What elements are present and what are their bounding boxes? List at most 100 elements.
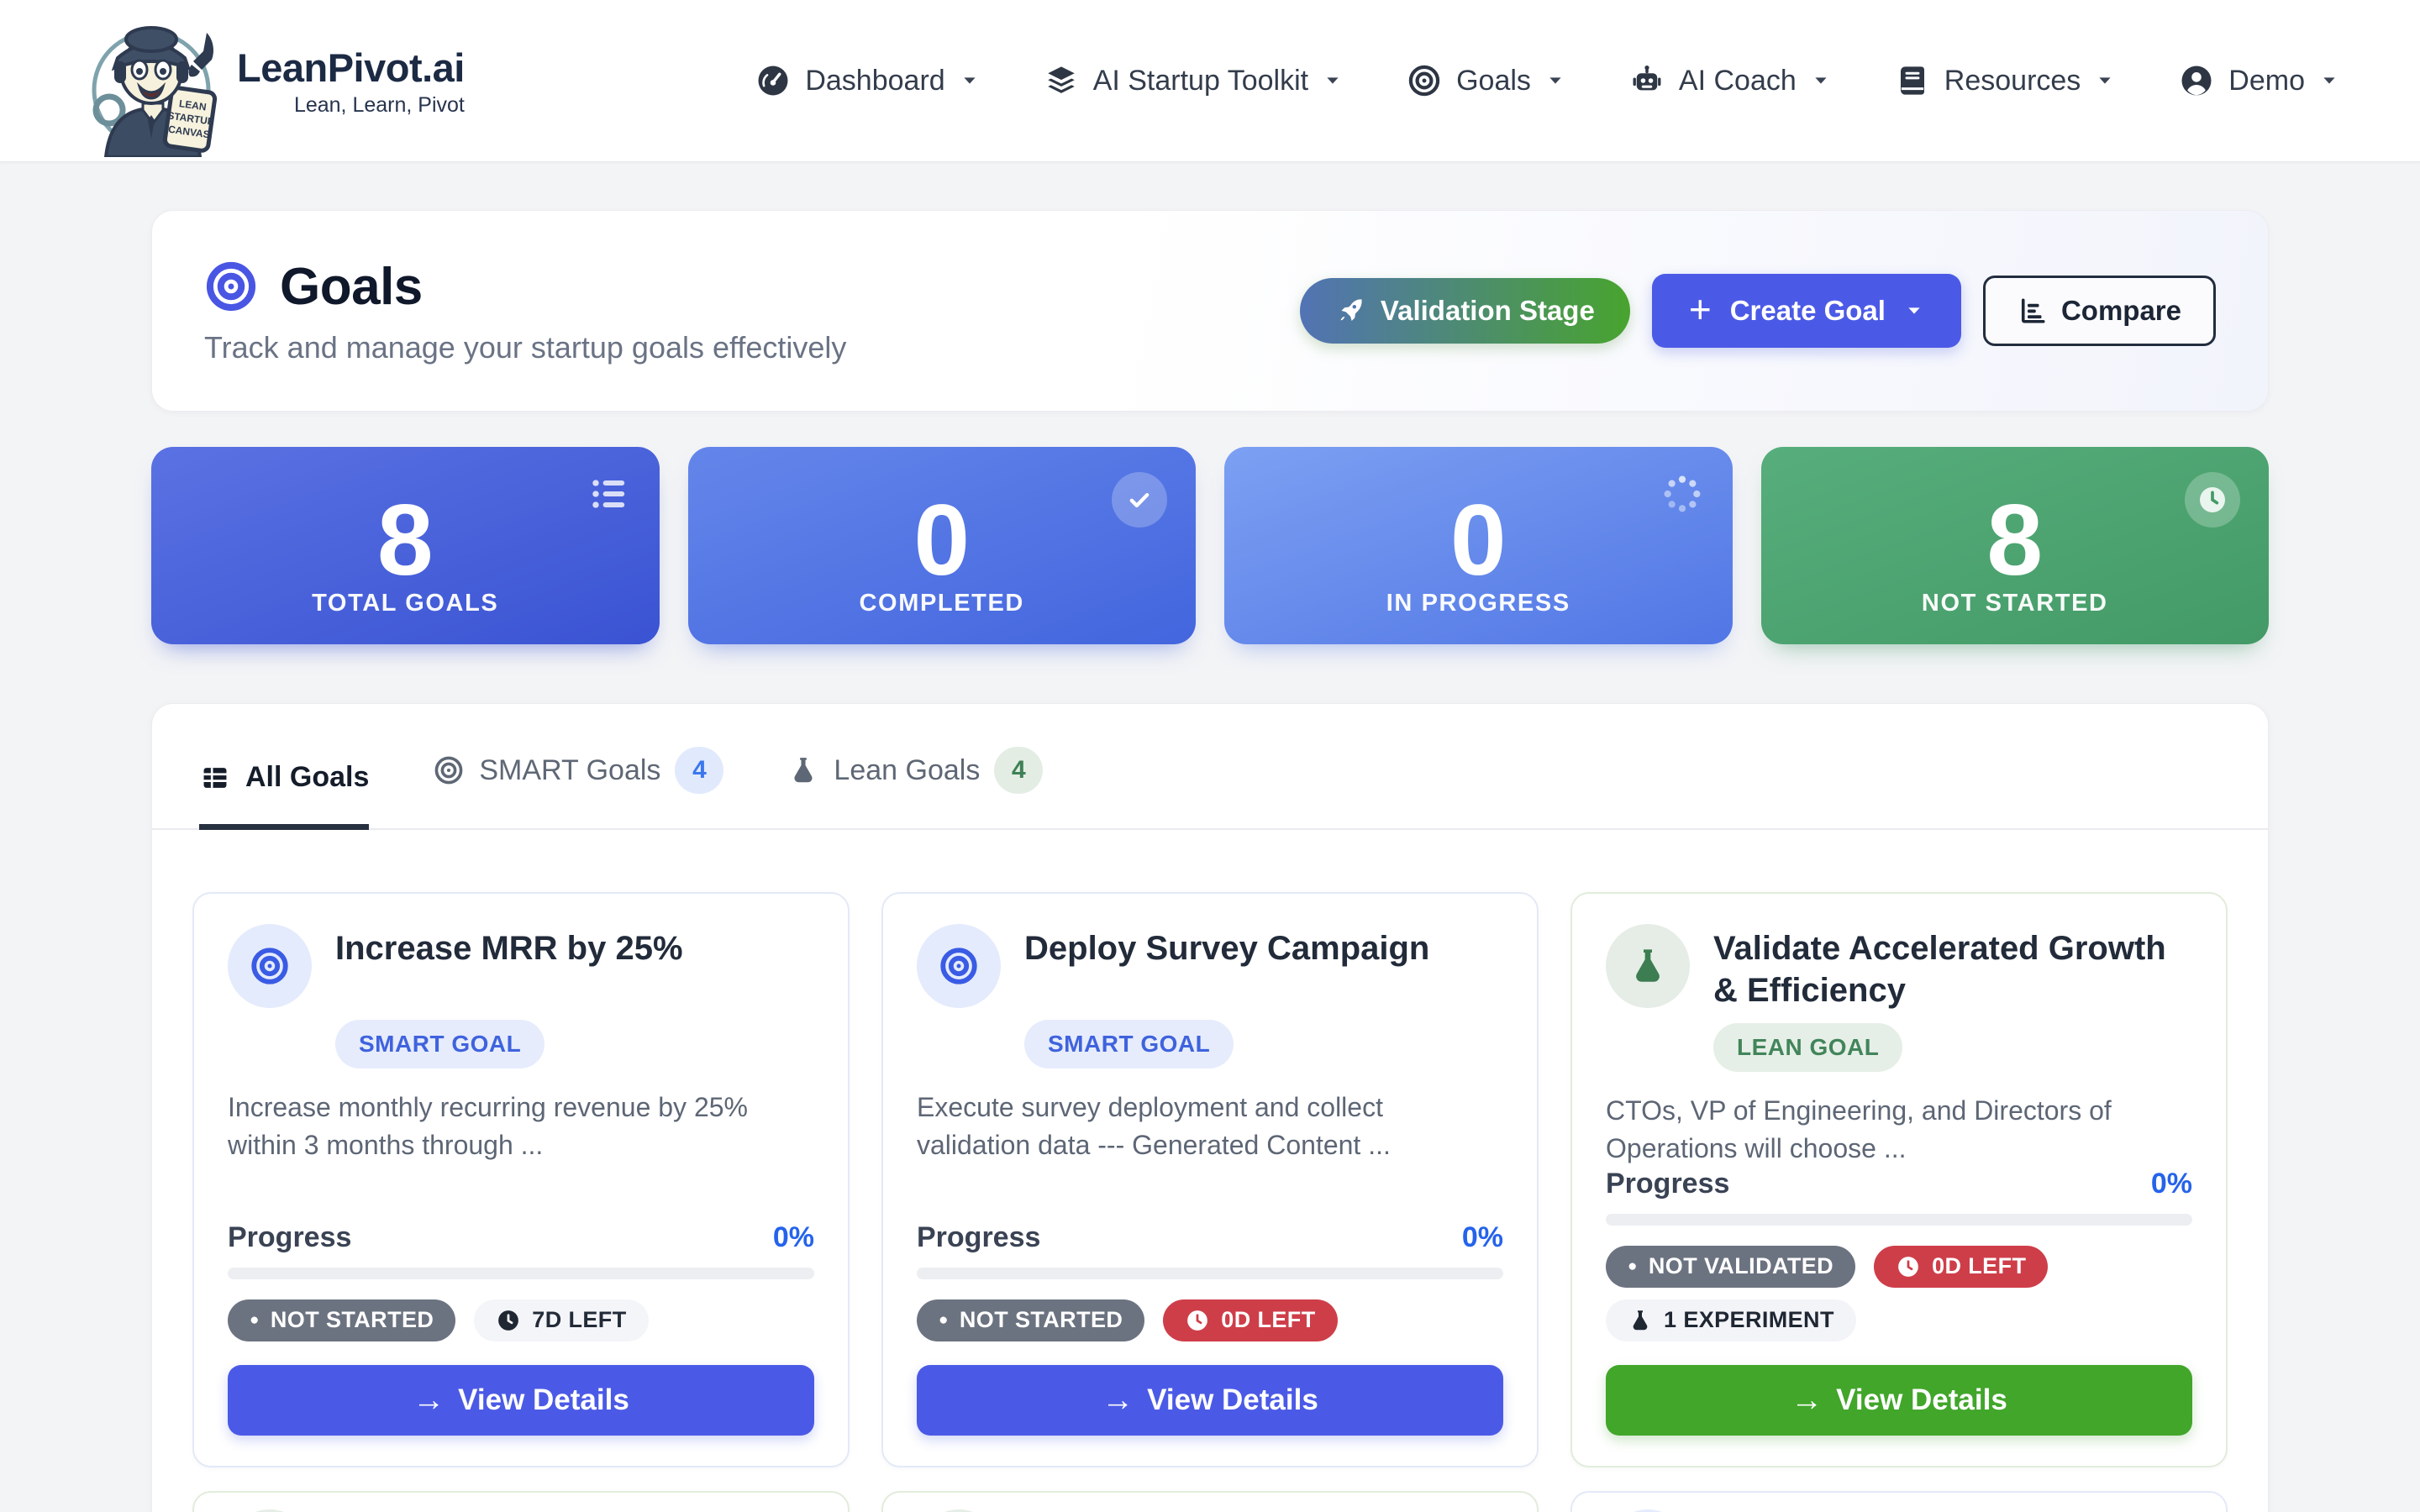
chevron-down-icon: [1545, 71, 1565, 91]
top-nav: LEAN STARTUP CANVAS LeanPivot.ai Lean, L…: [0, 0, 2420, 162]
dot-icon: ●: [250, 1312, 260, 1328]
brand-logo[interactable]: LEAN STARTUP CANVAS LeanPivot.ai Lean, L…: [81, 4, 465, 157]
target-icon: [917, 924, 1001, 1008]
goal-cards-row: Validate Problem Statement 5 Validate Pr…: [152, 1467, 2268, 1512]
nav-label: Resources: [1944, 65, 2081, 97]
progress-value: 0%: [773, 1221, 814, 1254]
goal-type-badge: LEAN GOAL: [1713, 1023, 1902, 1072]
view-details-button[interactable]: → View Details: [1606, 1365, 2192, 1436]
stat-label: COMPLETED: [688, 590, 1197, 617]
arrow-right-icon: →: [413, 1384, 445, 1416]
stat-card-not-started: 8 NOT STARTED: [1761, 447, 2270, 644]
tab-label: All Goals: [245, 761, 369, 794]
progress-bar: [1606, 1214, 2192, 1226]
nav-menu: Dashboard AI Startup Toolkit Goals: [755, 63, 2339, 98]
tab-bar: All Goals SMART Goals 4 Lean Goals 4: [152, 704, 2268, 830]
create-goal-label: Create Goal: [1730, 295, 1886, 327]
user-icon: [2179, 63, 2214, 98]
tab-count-badge: 4: [675, 747, 723, 794]
nav-item-demo-account[interactable]: Demo: [2179, 63, 2339, 98]
tab-label: SMART Goals: [479, 754, 660, 787]
target-icon: [1606, 1509, 1690, 1512]
compare-label: Compare: [2061, 295, 2181, 327]
nav-label: Demo: [2228, 65, 2305, 97]
goals-header: Goals Track and manage your startup goal…: [151, 210, 2269, 412]
validation-stage-button[interactable]: Validation Stage: [1300, 278, 1630, 344]
bar-chart-icon: [2018, 296, 2048, 326]
chevron-down-icon: [960, 71, 980, 91]
goal-description: Increase monthly recurring revenue by 25…: [228, 1089, 814, 1164]
target-icon: [1407, 63, 1442, 98]
arrow-right-icon: →: [1102, 1384, 1134, 1416]
main-content: Goals Track and manage your startup goal…: [0, 210, 2420, 1512]
goal-description: Execute survey deployment and collect va…: [917, 1089, 1503, 1164]
founder-mascot-icon: LEAN STARTUP CANVAS: [81, 9, 229, 157]
tab-lean-goals[interactable]: Lean Goals 4: [787, 747, 1043, 830]
stat-value: 0: [1224, 482, 1733, 598]
goal-card-validate-problem-5: Validate Problem Statement 5: [192, 1491, 850, 1512]
goal-card-validate-problem-2: Validate Problem Statement 2: [881, 1491, 1539, 1512]
progress-label: Progress: [1606, 1168, 1729, 1200]
tab-count-badge: 4: [994, 747, 1043, 794]
progress-bar: [228, 1268, 814, 1279]
flask-icon: [228, 1509, 312, 1512]
chevron-down-icon: [1323, 71, 1343, 91]
create-goal-button[interactable]: + Create Goal: [1652, 274, 1961, 348]
stat-card-completed: 0 COMPLETED: [688, 447, 1197, 644]
flask-icon: [917, 1509, 1001, 1512]
time-left-badge: 0D LEFT: [1163, 1299, 1337, 1341]
target-icon: [433, 754, 465, 786]
clock-icon: [496, 1308, 521, 1333]
tab-smart-goals[interactable]: SMART Goals 4: [433, 747, 723, 830]
clock-icon: [1896, 1254, 1921, 1279]
progress-label: Progress: [917, 1221, 1040, 1254]
brand-name: LeanPivot.ai: [237, 45, 465, 91]
goal-title: Increase MRR by 25%: [335, 927, 683, 1008]
plus-icon: +: [1689, 290, 1712, 328]
stat-label: IN PROGRESS: [1224, 590, 1733, 617]
gauge-icon: [755, 63, 791, 98]
stat-value: 8: [151, 482, 660, 598]
brand-tagline: Lean, Learn, Pivot: [294, 93, 465, 118]
progress-value: 0%: [1462, 1221, 1503, 1254]
goal-title: Deploy Survey Campaign: [1024, 927, 1429, 1008]
nav-item-toolkit[interactable]: AI Startup Toolkit: [1044, 63, 1343, 98]
goal-card-interview-customers: Interview Target Customers: [1570, 1491, 2228, 1512]
goal-card-deploy-survey: Deploy Survey Campaign SMART GOAL Execut…: [881, 892, 1539, 1467]
table-icon: [199, 762, 231, 794]
goal-type-badge: SMART GOAL: [335, 1020, 544, 1068]
time-left-badge: 0D LEFT: [1874, 1246, 2048, 1288]
layers-icon: [1044, 63, 1079, 98]
tab-all-goals[interactable]: All Goals: [199, 761, 369, 830]
nav-label: Goals: [1456, 65, 1531, 97]
stage-label: Validation Stage: [1381, 295, 1595, 327]
chevron-down-icon: [2319, 71, 2339, 91]
stat-label: NOT STARTED: [1761, 590, 2270, 617]
stat-value: 8: [1761, 482, 2270, 598]
tab-label: Lean Goals: [834, 754, 980, 787]
flask-icon: [787, 754, 819, 786]
view-details-button[interactable]: → View Details: [917, 1365, 1503, 1436]
target-icon: [204, 260, 258, 313]
experiments-badge: 1 EXPERIMENT: [1606, 1299, 1856, 1341]
stat-label: TOTAL GOALS: [151, 590, 660, 617]
nav-item-goals[interactable]: Goals: [1407, 63, 1565, 98]
status-badge: ● NOT VALIDATED: [1606, 1246, 1855, 1288]
stats-row: 8 TOTAL GOALS 0 COMPLETED 0 IN PROGRESS: [151, 447, 2269, 644]
nav-item-dashboard[interactable]: Dashboard: [755, 63, 979, 98]
dot-icon: ●: [939, 1312, 949, 1328]
goal-type-badge: SMART GOAL: [1024, 1020, 1234, 1068]
goal-card-increase-mrr: Increase MRR by 25% SMART GOAL Increase …: [192, 892, 850, 1467]
goal-cards-row: Increase MRR by 25% SMART GOAL Increase …: [152, 830, 2268, 1467]
chevron-down-icon: [1811, 71, 1831, 91]
nav-item-ai-coach[interactable]: AI Coach: [1629, 63, 1831, 98]
book-icon: [1895, 63, 1930, 98]
stat-value: 0: [688, 482, 1197, 598]
nav-item-resources[interactable]: Resources: [1895, 63, 2116, 98]
arrow-right-icon: →: [1791, 1384, 1823, 1416]
chevron-down-icon: [2095, 71, 2115, 91]
compare-button[interactable]: Compare: [1983, 276, 2216, 346]
progress-value: 0%: [2151, 1168, 2192, 1200]
chevron-down-icon: [1904, 301, 1924, 321]
view-details-button[interactable]: → View Details: [228, 1365, 814, 1436]
